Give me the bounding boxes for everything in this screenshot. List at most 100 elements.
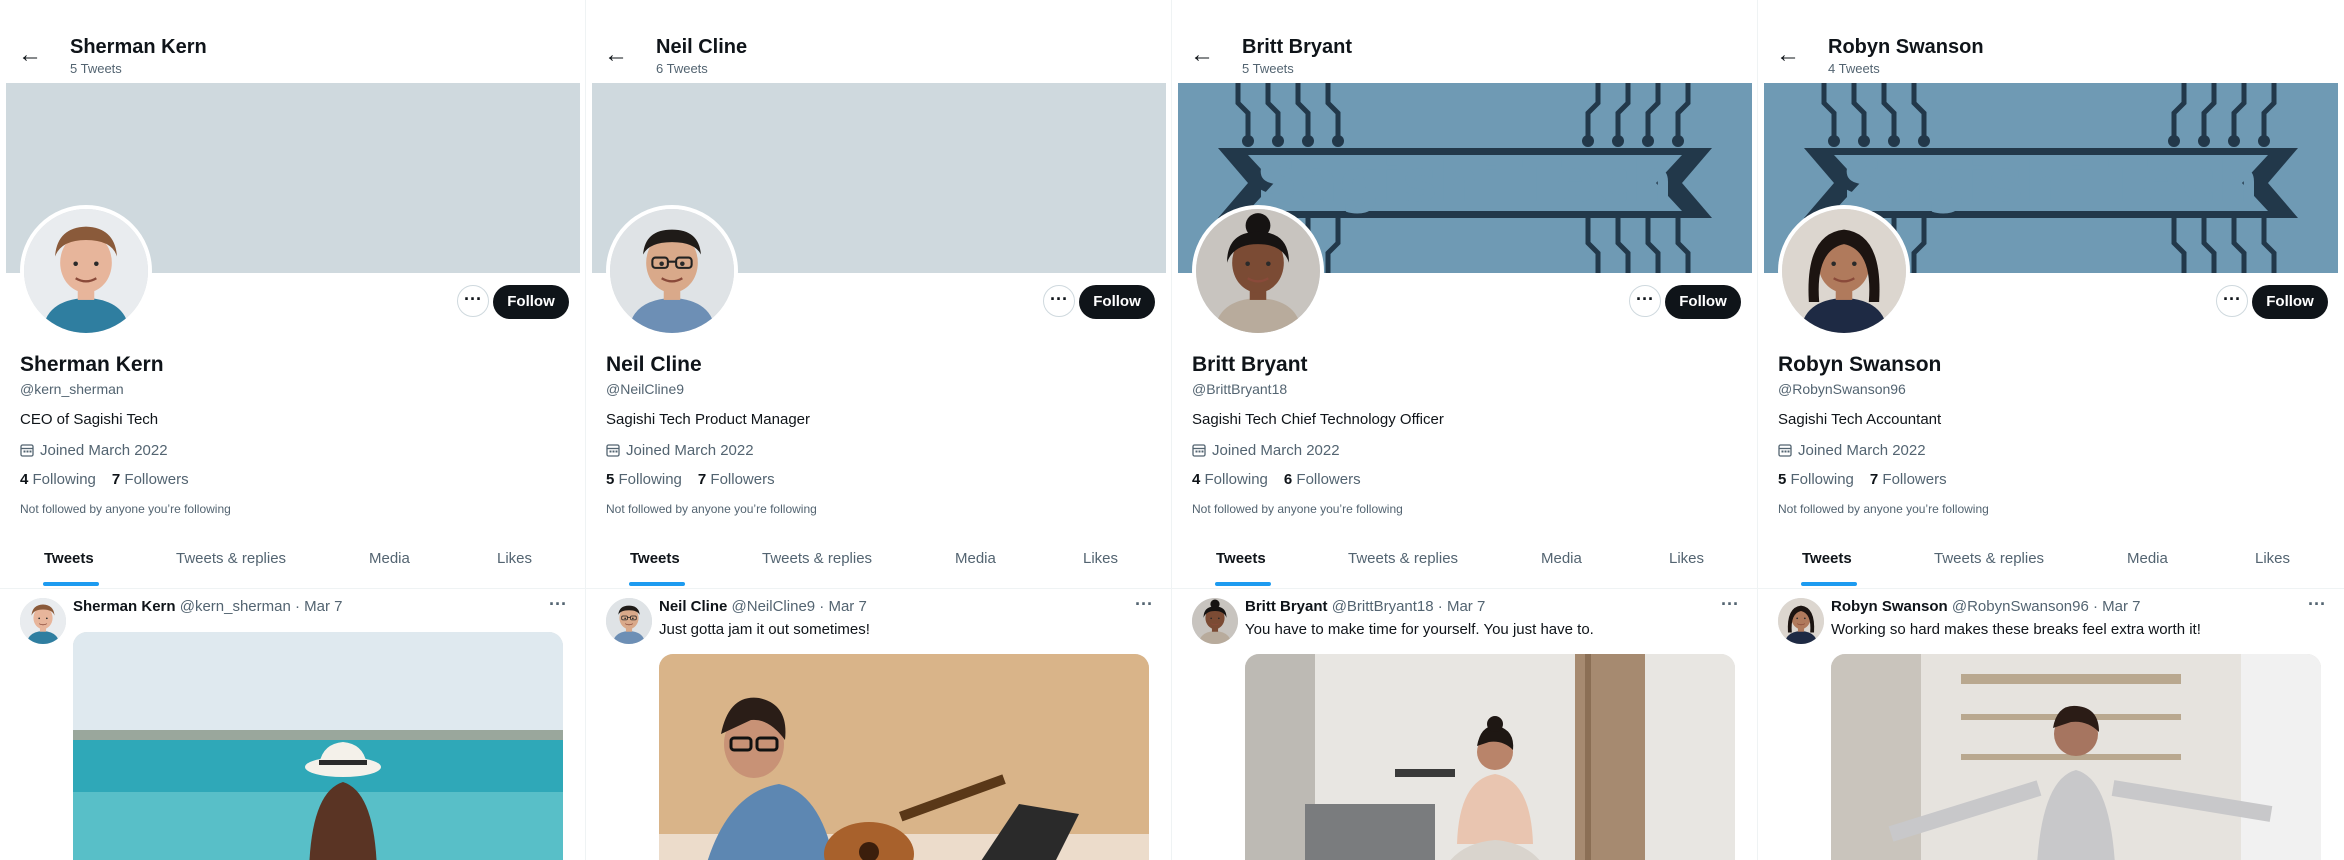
back-arrow-icon[interactable]: ←	[18, 43, 44, 70]
following-link[interactable]: 5 Following	[606, 471, 682, 488]
tweet-text: You have to make time for yourself. You …	[1245, 621, 1594, 638]
followers-label: Followers	[710, 471, 775, 488]
tab-media[interactable]: Media	[2127, 550, 2168, 567]
calendar-icon	[20, 444, 34, 457]
joined-text: Joined March 2022	[1212, 442, 1340, 459]
tweet-header: Britt Bryant @BrittBryant18 · Mar 7	[1245, 598, 1485, 615]
user-handle: @RobynSwanson96	[1778, 381, 1906, 397]
header-tweet-count: 4 Tweets	[1828, 61, 1880, 76]
more-options-button[interactable]: ···	[457, 285, 489, 317]
bio: CEO of Sagishi Tech	[20, 411, 159, 428]
followers-link[interactable]: 6 Followers	[1284, 471, 1361, 488]
tab-likes[interactable]: Likes	[2255, 550, 2290, 567]
more-options-button[interactable]: ···	[1629, 285, 1661, 317]
header-tweet-count: 5 Tweets	[70, 61, 122, 76]
follow-button[interactable]: Follow	[1079, 285, 1155, 319]
following-count: 5	[1778, 471, 1787, 488]
tweet-avatar[interactable]	[1778, 598, 1824, 644]
more-options-button[interactable]: ···	[2216, 285, 2248, 317]
tweet-author-name[interactable]: Britt Bryant	[1245, 598, 1328, 615]
joined-date: Joined March 2022	[1192, 442, 1340, 459]
tab-media[interactable]: Media	[955, 550, 996, 567]
profile-header: ← Neil Cline 6 Tweets	[586, 0, 1171, 82]
followers-count: 7	[697, 471, 707, 488]
tweet-more-icon[interactable]: ···	[1721, 594, 1739, 615]
stretching-photo[interactable]	[1831, 654, 2321, 860]
tweet-header: Sherman Kern @kern_sherman · Mar 7	[73, 598, 343, 615]
tweet-avatar[interactable]	[20, 598, 66, 644]
profile-avatar[interactable]	[20, 205, 152, 337]
following-link[interactable]: 4 Following	[20, 471, 96, 488]
followers-link[interactable]: 7 Followers	[112, 471, 189, 488]
followers-link[interactable]: 7 Followers	[1870, 471, 1947, 488]
guitar-photo[interactable]	[659, 654, 1149, 860]
follow-stats: 4 Following 7 Followers	[20, 471, 189, 488]
profile-header: ← Sherman Kern 5 Tweets	[0, 0, 585, 82]
active-tab-indicator	[1801, 582, 1857, 586]
profile-header: ← Robyn Swanson 4 Tweets	[1758, 0, 2344, 82]
back-arrow-icon[interactable]: ←	[1776, 43, 1802, 70]
header-name: Robyn Swanson	[1828, 36, 1984, 58]
following-label: Following	[618, 471, 682, 488]
joined-date: Joined March 2022	[606, 442, 754, 459]
followers-label: Followers	[1296, 471, 1361, 488]
tweet-author-name[interactable]: Robyn Swanson	[1831, 598, 1948, 615]
tweet-header: Robyn Swanson @RobynSwanson96 · Mar 7	[1831, 598, 2141, 615]
profile-tabs: Tweets Tweets & replies Media Likes	[586, 538, 1171, 589]
tab-tweets[interactable]: Tweets	[630, 550, 680, 567]
not-followed-notice: Not followed by anyone you’re following	[606, 502, 817, 516]
following-link[interactable]: 5 Following	[1778, 471, 1854, 488]
following-link[interactable]: 4 Following	[1192, 471, 1268, 488]
active-tab-indicator	[1215, 582, 1271, 586]
tweet-handle-date[interactable]: @BrittBryant18 · Mar 7	[1332, 598, 1486, 615]
tab-tweets[interactable]: Tweets	[1216, 550, 1266, 567]
tab-tweets[interactable]: Tweets	[44, 550, 94, 567]
tab-tweets-replies[interactable]: Tweets & replies	[1348, 550, 1458, 567]
tweet-text: Working so hard makes these breaks feel …	[1831, 621, 2201, 638]
followers-count: 7	[1869, 471, 1879, 488]
profile-panel: ← Neil Cline 6 Tweets ··· Follow Neil Cl…	[586, 0, 1172, 860]
tweet-more-icon[interactable]: ···	[549, 594, 567, 615]
tab-tweets[interactable]: Tweets	[1802, 550, 1852, 567]
not-followed-notice: Not followed by anyone you’re following	[1778, 502, 1989, 516]
tab-tweets-replies[interactable]: Tweets & replies	[762, 550, 872, 567]
profile-avatar[interactable]	[606, 205, 738, 337]
back-arrow-icon[interactable]: ←	[604, 43, 630, 70]
following-label: Following	[1204, 471, 1268, 488]
tweet-author-name[interactable]: Neil Cline	[659, 598, 727, 615]
back-arrow-icon[interactable]: ←	[1190, 43, 1216, 70]
calendar-icon	[1778, 444, 1792, 457]
tab-tweets-replies[interactable]: Tweets & replies	[176, 550, 286, 567]
following-label: Following	[1790, 471, 1854, 488]
tweet-avatar[interactable]	[1192, 598, 1238, 644]
follow-button[interactable]: Follow	[1665, 285, 1741, 319]
display-name: Britt Bryant	[1192, 353, 1308, 376]
more-options-button[interactable]: ···	[1043, 285, 1075, 317]
tweet-avatar[interactable]	[606, 598, 652, 644]
beach-photo[interactable]	[73, 632, 563, 860]
joined-text: Joined March 2022	[40, 442, 168, 459]
follow-button[interactable]: Follow	[493, 285, 569, 319]
follow-button[interactable]: Follow	[2252, 285, 2328, 319]
meditation-photo[interactable]	[1245, 654, 1735, 860]
header-name: Neil Cline	[656, 36, 748, 58]
tab-media[interactable]: Media	[1541, 550, 1582, 567]
tab-likes[interactable]: Likes	[497, 550, 532, 567]
tab-likes[interactable]: Likes	[1669, 550, 1704, 567]
joined-date: Joined March 2022	[1778, 442, 1926, 459]
tab-media[interactable]: Media	[369, 550, 410, 567]
followers-label: Followers	[124, 471, 189, 488]
tweet-handle-date[interactable]: @RobynSwanson96 · Mar 7	[1952, 598, 2141, 615]
profile-avatar[interactable]	[1192, 205, 1324, 337]
profile-avatar[interactable]	[1778, 205, 1910, 337]
tab-likes[interactable]: Likes	[1083, 550, 1118, 567]
header-tweet-count: 6 Tweets	[656, 61, 708, 76]
followers-count: 7	[111, 471, 121, 488]
tweet-handle-date[interactable]: @NeilCline9 · Mar 7	[732, 598, 867, 615]
tweet-more-icon[interactable]: ···	[2308, 594, 2326, 615]
tweet-handle-date[interactable]: @kern_sherman · Mar 7	[180, 598, 343, 615]
tweet-author-name[interactable]: Sherman Kern	[73, 598, 176, 615]
tweet-more-icon[interactable]: ···	[1135, 594, 1153, 615]
tab-tweets-replies[interactable]: Tweets & replies	[1934, 550, 2044, 567]
followers-link[interactable]: 7 Followers	[698, 471, 775, 488]
